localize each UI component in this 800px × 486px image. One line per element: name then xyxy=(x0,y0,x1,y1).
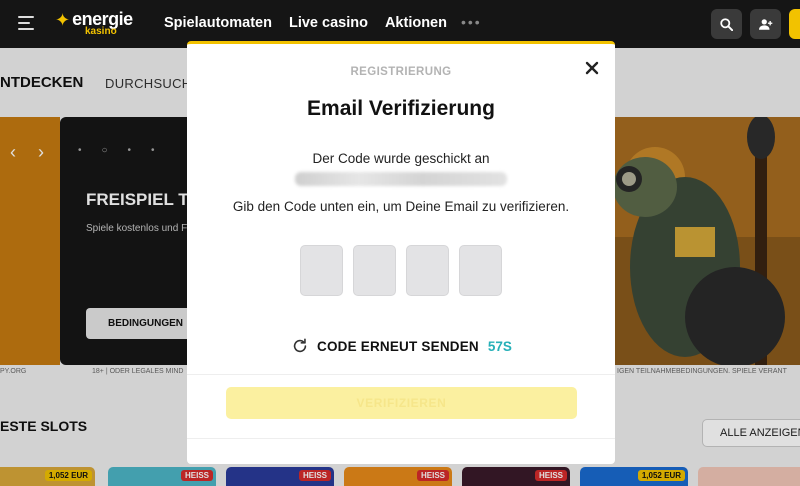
nav-spielautomaten[interactable]: Spielautomaten xyxy=(164,15,272,31)
resend-code-button[interactable]: CODE ERNEUT SENDEN 57S xyxy=(291,337,512,355)
modal-kicker: REGISTRIERUNG xyxy=(350,66,452,78)
logo[interactable]: ✦ energie kasino xyxy=(55,10,133,37)
nav-aktionen[interactable]: Aktionen xyxy=(385,15,447,31)
register-button[interactable] xyxy=(789,9,800,39)
close-button[interactable] xyxy=(585,61,601,77)
code-digit-4[interactable] xyxy=(459,245,502,296)
user-add-icon xyxy=(758,18,772,30)
code-digit-3[interactable] xyxy=(406,245,449,296)
redacted-email xyxy=(295,172,507,186)
code-sent-text: Der Code wurde geschickt an xyxy=(312,151,490,166)
main-nav: Spielautomaten Live casino Aktionen xyxy=(164,15,447,31)
instruction-text: Gib den Code unten ein, um Deine Email z… xyxy=(232,199,570,214)
code-digit-2[interactable] xyxy=(353,245,396,296)
more-menu-icon[interactable]: ••• xyxy=(461,14,482,30)
code-digit-1[interactable] xyxy=(300,245,343,296)
close-icon xyxy=(585,61,599,75)
divider xyxy=(187,374,615,375)
divider xyxy=(187,438,615,439)
verify-button[interactable]: VERIFIZIEREN xyxy=(226,387,577,419)
modal-title: Email Verifizierung xyxy=(307,97,495,120)
refresh-icon xyxy=(293,338,307,353)
countdown: 57S xyxy=(487,338,512,354)
menu-icon[interactable] xyxy=(18,16,34,30)
nav-live-casino[interactable]: Live casino xyxy=(289,15,368,31)
email-verification-modal: REGISTRIERUNG Email Verifizierung Der Co… xyxy=(187,41,615,464)
search-button[interactable] xyxy=(711,9,742,39)
resend-label: CODE ERNEUT SENDEN xyxy=(317,338,479,354)
star-icon: ✦ xyxy=(55,10,71,30)
account-button[interactable] xyxy=(750,9,781,39)
code-inputs xyxy=(300,245,502,296)
search-icon xyxy=(720,17,733,31)
